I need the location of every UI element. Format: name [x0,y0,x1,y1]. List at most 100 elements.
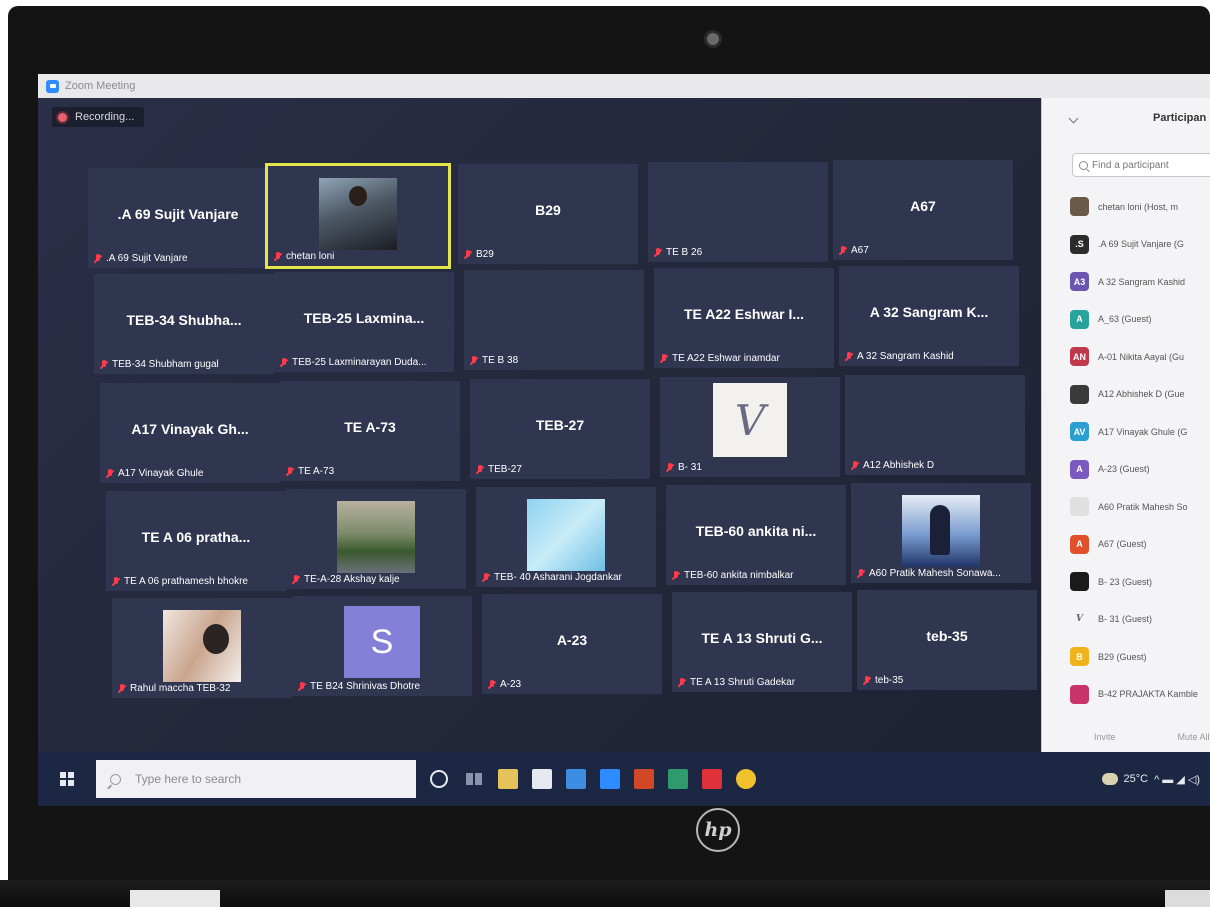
participant-row[interactable]: AV A17 Vinayak Ghule (G [1070,413,1210,451]
muted-mic-icon [100,359,108,370]
participant-row[interactable]: A A-23 (Guest) [1070,451,1210,489]
video-tile[interactable]: TEB-60 ankita ni... TEB-60 ankita nimbalk… [666,485,846,585]
video-tile[interactable]: .A 69 Sujit Vanjare .A 69 Sujit Vanjare [88,168,268,268]
search-icon [1079,160,1088,170]
participant-name: TE A 13 Shruti Gadekar [690,677,796,688]
window-titlebar: Zoom Meeting [38,74,1210,98]
muted-mic-icon [672,570,680,581]
tile-display-name: TEB-60 ankita ni... [695,523,817,539]
video-tile[interactable]: TEB-25 Laxmina... TEB-25 Laxminarayan Dud… [274,272,454,372]
file-explorer-icon[interactable] [498,769,518,789]
video-tile[interactable]: A67 A67 [833,160,1013,260]
participant-name: A67 [851,245,869,256]
video-tile[interactable]: A-23 A-23 [482,594,662,694]
video-tile[interactable]: TEB- 40 Asharani Jogdankar [476,487,656,587]
zoom-icon[interactable] [600,769,620,789]
tile-name-label: B29 [464,249,494,260]
video-tile[interactable]: A12 Abhishek D [845,375,1025,475]
participant-name: A 32 Sangram Kashid [857,351,954,362]
tile-name-label: TE-A-28 Akshay kalje [292,574,400,585]
participant-row[interactable]: A12 Abhishek D (Gue [1070,376,1210,414]
participant-search-input[interactable]: Find a participant [1072,153,1210,177]
participant-avatar [1070,684,1089,704]
video-tile[interactable]: TE A 06 pratha... TE A 06 prathamesh bhok… [106,491,286,591]
video-tile[interactable]: chetan loni [265,163,451,269]
tile-name-label: TEB-60 ankita nimbalkar [672,570,794,581]
tile-name-label: A60 Pratik Mahesh Sonawa... [857,568,1001,579]
publisher-icon[interactable] [668,769,688,789]
participant-name: A17 Vinayak Ghule [118,468,204,479]
chevron-down-icon[interactable] [1068,113,1079,123]
temperature[interactable]: 25°C [1124,773,1149,785]
video-tile[interactable]: TE A22 Eshwar I... TE A22 Eshwar inamdar [654,268,834,368]
acrobat-icon[interactable] [702,769,722,789]
mail-icon[interactable] [566,769,586,789]
muted-mic-icon [845,351,853,362]
muted-mic-icon [94,253,102,264]
participant-row[interactable]: B-42 PRAJAKTA Kamble [1070,676,1210,714]
weather-icon[interactable] [1101,773,1118,785]
tile-name-label: TEB- 40 Asharani Jogdankar [482,572,622,583]
chrome-icon[interactable] [736,769,756,789]
participant-row[interactable]: B B29 (Guest) [1070,638,1210,676]
participant-row[interactable]: .S .A 69 Sujit Vanjare (G [1070,226,1210,264]
tile-display-name: A17 Vinayak Gh... [131,421,249,437]
video-tile[interactable]: TEB-27 TEB-27 [470,379,650,479]
participant-avatar: A3 [1070,272,1089,292]
tile-name-label: A17 Vinayak Ghule [106,468,203,479]
video-tile[interactable]: TEB-34 Shubha... TEB-34 Shubham gugal [94,274,274,374]
video-tile[interactable]: A 32 Sangram K... A 32 Sangram Kashid [839,266,1019,366]
tile-name-label: TE B24 Shrinivas Dhotre [298,681,420,692]
participant-avatar: A [1070,534,1089,554]
video-tile[interactable]: A60 Pratik Mahesh Sonawa... [851,483,1031,583]
participant-row[interactable]: A A67 (Guest) [1070,526,1210,564]
participant-avatar [1070,384,1089,404]
video-tile[interactable]: S TE B24 Shrinivas Dhotre [292,596,472,696]
meeting-gallery: Recording... .A 69 Sujit Vanjare .A 69 Su… [38,98,1041,752]
participant-row[interactable]: AN A-01 Nikita Aayal (Gu [1070,338,1210,376]
store-icon[interactable] [532,769,552,789]
hp-logo: hp [696,808,740,852]
participants-footer: Invite Mute All [1042,732,1210,742]
participant-name: TE-A-28 Akshay kalje [304,574,400,585]
tile-name-label: TEB-27 [476,464,522,475]
participant-row[interactable]: A A_63 (Guest) [1070,301,1210,339]
video-tile[interactable]: Rahul maccha TEB-32 [112,598,292,698]
participant-list-name: A_63 (Guest) [1098,314,1152,325]
participant-row[interactable]: B- 23 (Guest) [1070,563,1210,601]
participant-search-placeholder: Find a participant [1092,159,1169,171]
taskbar-search-placeholder: Type here to search [135,772,242,786]
participant-row[interactable]: A3 A 32 Sangram Kashid [1070,263,1210,301]
video-tile[interactable]: TE-A-28 Akshay kalje [286,489,466,589]
video-tile[interactable]: TE B 38 [464,270,644,370]
participant-row[interactable]: chetan loni (Host, m [1070,188,1210,226]
window-title: Zoom Meeting [65,80,136,92]
video-tile[interactable]: V B- 31 [660,377,840,477]
video-tile[interactable]: B29 B29 [458,164,638,264]
participant-row[interactable]: A60 Pratik Mahesh So [1070,488,1210,526]
video-tile[interactable]: TE A 13 Shruti G... TE A 13 Shruti Gadeka… [672,592,852,692]
recording-indicator[interactable]: Recording... [52,107,145,127]
video-tile[interactable]: teb-35 teb-35 [857,590,1037,690]
participant-name: TE A22 Eshwar inamdar [672,353,780,364]
table-surface [130,890,220,907]
taskbar-search-input[interactable]: Type here to search [96,760,416,798]
tray-icons[interactable]: ^ ▬ ◢ ◁) [1154,773,1200,786]
video-tile[interactable]: TE B 26 [648,162,828,262]
muted-mic-icon [678,677,686,688]
video-tile[interactable]: A17 Vinayak Gh... A17 Vinayak Ghule [100,383,280,483]
muted-mic-icon [274,251,282,262]
participant-name: TE A 06 prathamesh bhokre [124,576,248,587]
video-tile[interactable]: TE A-73 TE A-73 [280,381,460,481]
participant-row[interactable]: V B- 31 (Guest) [1070,601,1210,639]
muted-mic-icon [857,568,865,579]
tile-name-label: A67 [839,245,869,256]
task-view-icon[interactable] [464,769,484,789]
participant-name: TE B24 Shrinivas Dhotre [310,681,421,692]
participant-list-name: A 32 Sangram Kashid [1098,276,1186,287]
cortana-icon[interactable] [430,770,448,788]
powerpoint-icon[interactable] [634,769,654,789]
invite-button[interactable]: Invite [1094,732,1116,742]
mute-all-button[interactable]: Mute All [1178,732,1210,742]
windows-start-icon[interactable] [60,772,74,786]
